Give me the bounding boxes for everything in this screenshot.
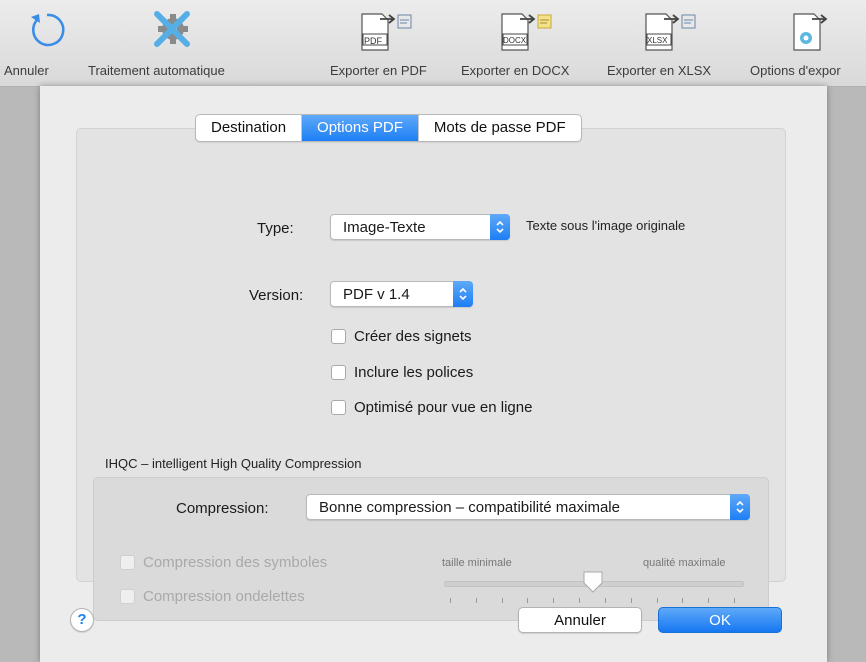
wavelet-compression-checkbox[interactable]: Compression ondelettes [120, 586, 305, 606]
export-pdf-icon [361, 13, 412, 51]
slider-ticks [444, 598, 744, 604]
tab-destination[interactable]: Destination [196, 115, 303, 141]
export-xlsx-icon [645, 13, 696, 51]
export-pdf-button[interactable]: PDF Exporter en PDF [330, 0, 450, 86]
checkbox-box[interactable] [331, 328, 346, 344]
compression-select[interactable]: Bonne compression – compatibilité maxima… [306, 494, 750, 520]
type-select[interactable]: Image-Texte [330, 214, 510, 240]
slider-tick [450, 598, 451, 603]
bookmarks-checkbox-label: Créer des signets [354, 327, 472, 345]
auto-processing-label: Traitement automatique [88, 63, 225, 78]
export-docx-label: Exporter en DOCX [461, 63, 570, 78]
slider-tick [682, 598, 684, 603]
symbol-compression-label: Compression des symboles [143, 553, 328, 571]
help-button[interactable]: ? [70, 608, 94, 632]
slider-tick [604, 598, 606, 603]
slider-thumb[interactable] [582, 570, 604, 594]
ok-button[interactable]: OK [658, 607, 782, 633]
xlsx-badge: XLSX [647, 36, 668, 45]
tab-pdf-passwords[interactable]: Mots de passe PDF [419, 115, 581, 141]
version-select-value: PDF v 1.4 [343, 286, 410, 303]
slider-tick [734, 598, 735, 603]
type-select-stepper [490, 214, 510, 240]
bookmarks-checkbox[interactable]: Créer des signets [331, 326, 472, 346]
slider-tick [579, 598, 581, 603]
compression-select-stepper [730, 494, 750, 520]
options-tabs: Destination Options PDF Mots de passe PD… [195, 114, 582, 142]
web-optimized-checkbox[interactable]: Optimisé pour vue en ligne [331, 397, 532, 417]
include-fonts-checkbox-label: Inclure les polices [354, 363, 474, 381]
quality-slider[interactable] [444, 570, 744, 610]
pdf-badge: PDF [364, 36, 382, 46]
auto-processing-icon [154, 11, 190, 47]
web-optimized-checkbox-label: Optimisé pour vue en ligne [354, 398, 533, 416]
export-options-sheet: Type: Image-Texte Texte sous l'image ori… [40, 86, 827, 662]
slider-min-caption: taille minimale [442, 557, 512, 569]
export-docx-button[interactable]: DOCX Exporter en DOCX [460, 0, 600, 86]
checkbox-box[interactable] [331, 399, 346, 415]
undo-icon [31, 13, 65, 47]
symbol-compression-checkbox[interactable]: Compression des symboles [120, 552, 327, 572]
slider-tick [527, 598, 529, 603]
wavelet-compression-label: Compression ondelettes [143, 587, 305, 605]
toolbar: Annuler Traitement automatique PDF Expor… [0, 0, 866, 87]
slider-tick [553, 598, 555, 603]
version-select[interactable]: PDF v 1.4 [330, 281, 473, 307]
version-label: Version: [249, 287, 304, 304]
version-select-stepper [453, 281, 473, 307]
slider-tick [708, 598, 710, 603]
ihqc-section-title: IHQC – intelligent High Quality Compress… [105, 456, 362, 471]
type-note: Texte sous l'image originale [526, 218, 686, 233]
export-docx-icon [501, 13, 552, 51]
compression-label: Compression: [176, 500, 269, 517]
export-xlsx-button[interactable]: XLSX Exporter en XLSX [604, 0, 744, 86]
slider-tick [656, 598, 658, 603]
slider-tick [501, 598, 503, 603]
docx-badge: DOCX [503, 36, 527, 45]
type-label: Type: [257, 220, 294, 237]
checkbox-box[interactable] [120, 554, 135, 570]
chevron-updown-icon [736, 500, 744, 514]
checkbox-box[interactable] [331, 364, 346, 380]
export-options-icon [793, 13, 828, 51]
export-options-label: Options d'expor [750, 63, 841, 78]
checkbox-box[interactable] [120, 588, 135, 604]
export-pdf-label: Exporter en PDF [330, 63, 427, 78]
auto-processing-button[interactable]: Traitement automatique [84, 0, 264, 86]
slider-max-caption: qualité maximale [643, 557, 726, 569]
slider-tick [630, 598, 632, 603]
export-options-button[interactable]: Options d'expor [748, 0, 866, 86]
slider-tick [475, 598, 477, 603]
export-xlsx-label: Exporter en XLSX [607, 63, 712, 78]
chevron-updown-icon [459, 287, 467, 301]
undo-label: Annuler [4, 63, 49, 78]
chevron-updown-icon [496, 220, 504, 234]
tab-options-pdf[interactable]: Options PDF [302, 115, 419, 141]
compression-select-value: Bonne compression – compatibilité maxima… [319, 499, 620, 516]
type-select-value: Image-Texte [343, 219, 426, 236]
ihqc-panel: Compression: Bonne compression – compati… [93, 477, 769, 621]
tab-content-panel: Type: Image-Texte Texte sous l'image ori… [76, 128, 786, 621]
undo-button[interactable]: Annuler [0, 0, 78, 86]
cancel-button[interactable]: Annuler [518, 607, 642, 633]
include-fonts-checkbox[interactable]: Inclure les polices [331, 362, 473, 382]
